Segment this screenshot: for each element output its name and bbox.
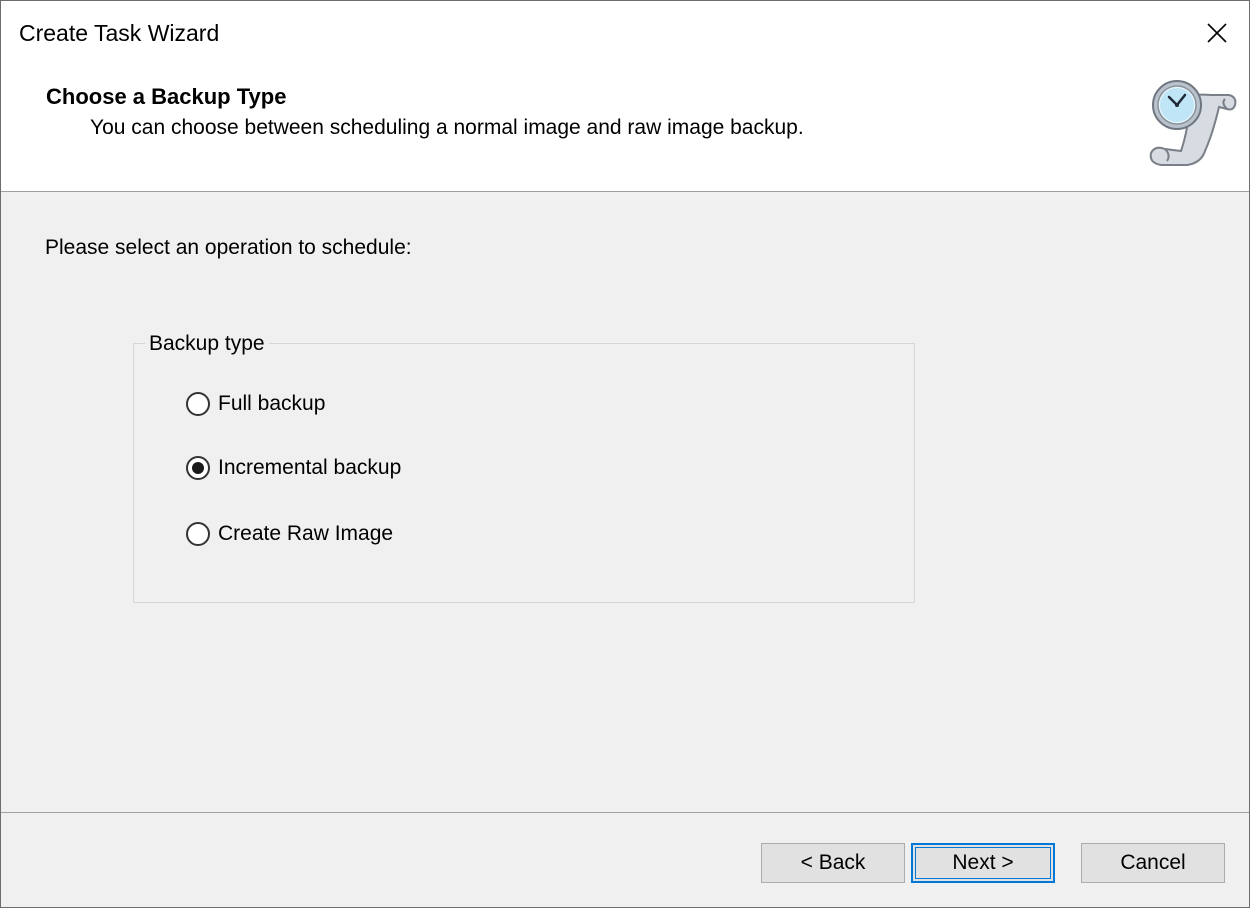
- wizard-window: Create Task Wizard Choose a Backup Type …: [0, 0, 1250, 908]
- radio-circle[interactable]: [186, 392, 210, 416]
- back-button[interactable]: < Back: [761, 843, 905, 883]
- radio-circle-selected[interactable]: [186, 456, 210, 480]
- wizard-header: Choose a Backup Type You can choose betw…: [1, 65, 1249, 192]
- footer-divider: [1, 812, 1249, 813]
- radio-dot: [192, 462, 204, 474]
- cancel-button[interactable]: Cancel: [1081, 843, 1225, 883]
- page-subtitle: You can choose between scheduling a norm…: [90, 116, 804, 139]
- clock-scroll-icon: [1149, 80, 1237, 166]
- radio-label: Create Raw Image: [218, 522, 394, 545]
- window-title: Create Task Wizard: [19, 20, 220, 46]
- next-button[interactable]: Next >: [911, 843, 1055, 883]
- backup-type-label: Backup type: [145, 332, 269, 356]
- radio-label: Full backup: [218, 392, 326, 415]
- close-button[interactable]: [1185, 1, 1249, 65]
- radio-create-raw-image[interactable]: Create Raw Image: [186, 522, 393, 546]
- close-icon: [1207, 23, 1227, 43]
- title-bar: Create Task Wizard: [1, 1, 1249, 65]
- radio-incremental-backup[interactable]: Incremental backup: [186, 456, 401, 480]
- radio-full-backup[interactable]: Full backup: [186, 392, 325, 416]
- page-title: Choose a Backup Type: [46, 84, 287, 109]
- radio-label: Incremental backup: [218, 456, 402, 479]
- operation-prompt: Please select an operation to schedule:: [45, 236, 412, 259]
- radio-circle[interactable]: [186, 522, 210, 546]
